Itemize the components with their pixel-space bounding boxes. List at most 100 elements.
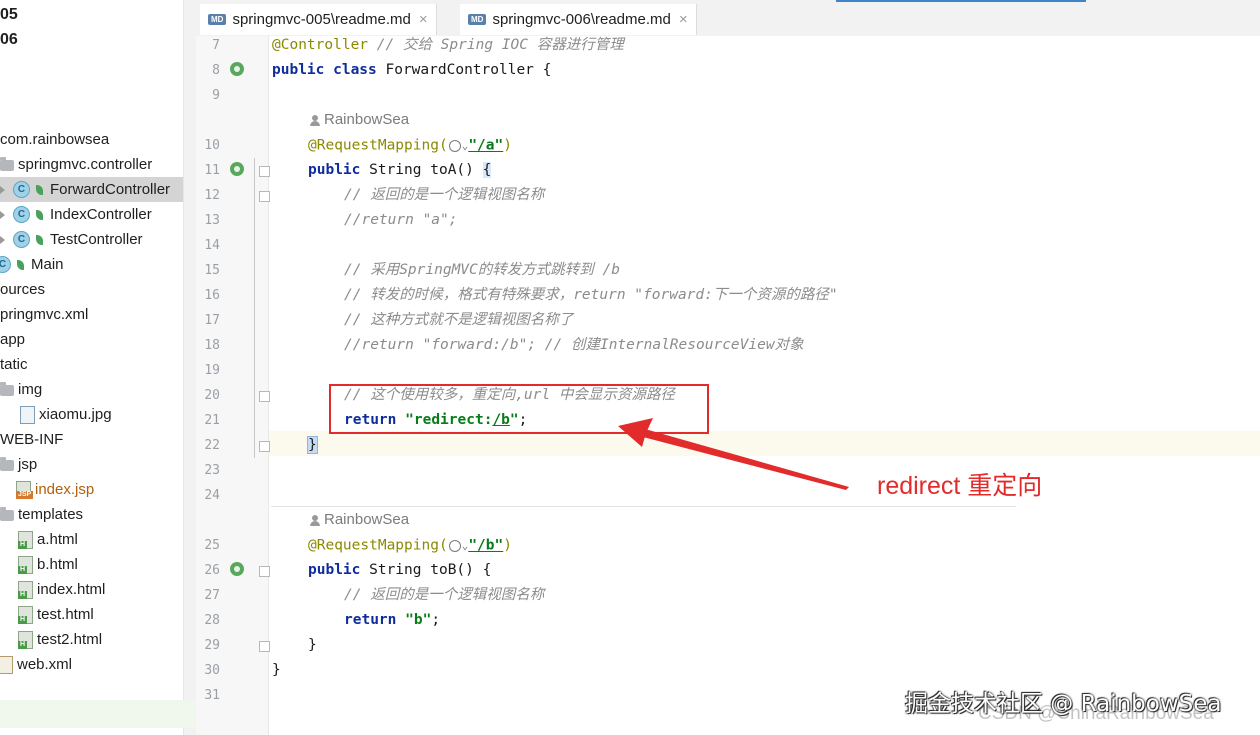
chevron-right-icon[interactable] — [0, 185, 5, 194]
tree-item-web-xml[interactable]: web.xml — [0, 652, 72, 677]
code-line-25: @RequestMapping(⌄"/b") — [308, 533, 512, 558]
author-hint[interactable]: RainbowSea — [310, 507, 409, 532]
tree-item-test-controller[interactable]: C TestController — [0, 227, 143, 252]
fold-icon[interactable] — [259, 166, 270, 177]
code-token: ForwardController { — [376, 62, 552, 78]
tree-item-05[interactable]: 05 — [0, 2, 18, 27]
class-icon: C — [13, 206, 30, 223]
line-number: 15 — [204, 263, 220, 278]
jsp-file-icon: JSP — [16, 480, 34, 499]
tree-item-b-html[interactable]: H b.html — [18, 552, 78, 577]
html-file-icon: H — [18, 580, 33, 599]
tab-label: springmvc-005\readme.md — [232, 11, 411, 28]
line-number: 10 — [204, 138, 220, 153]
code-line-12: // 返回的是一个逻辑视图名称 — [344, 187, 545, 203]
author-hint[interactable]: RainbowSea — [310, 107, 409, 132]
spring-bean-gutter-icon[interactable] — [230, 62, 244, 76]
tree-item-img[interactable]: img — [0, 377, 42, 402]
code-line-7: @Controller // 交给 Spring IOC 容器进行管理 — [272, 33, 624, 58]
code-line-10: @RequestMapping(⌄"/a") — [308, 133, 512, 158]
annotation-token: ) — [503, 537, 512, 554]
tab-springmvc-006-readme[interactable]: MD springmvc-006\readme.md × — [460, 4, 697, 35]
highlight-box — [329, 384, 709, 434]
folder-icon — [0, 157, 14, 171]
project-tree-panel: 05 06 com.rainbowsea springmvc.controlle… — [0, 0, 196, 735]
spring-bean-gutter-icon[interactable] — [230, 562, 244, 576]
spring-bean-gutter-icon[interactable] — [230, 162, 244, 176]
tab-springmvc-005-readme[interactable]: MD springmvc-005\readme.md × — [200, 4, 437, 35]
tree-item-index-html[interactable]: H index.html — [18, 577, 105, 602]
line-number: 22 — [204, 438, 220, 453]
tree-item-test-html[interactable]: H test.html — [18, 602, 94, 627]
html-file-icon: H — [18, 530, 33, 549]
indent-guide — [254, 158, 255, 458]
string-token: "b" — [405, 612, 432, 628]
tree-item-resources[interactable]: ources — [0, 277, 45, 302]
code-line-18: //return "forward:/b"; // 创建InternalReso… — [344, 337, 804, 353]
fold-icon[interactable] — [259, 566, 270, 577]
comment-token: // 交给 Spring IOC 容器进行管理 — [368, 37, 624, 53]
tree-item-main[interactable]: C Main — [0, 252, 64, 277]
tree-item-index-controller[interactable]: C IndexController — [0, 202, 152, 227]
line-number: 24 — [204, 488, 220, 503]
line-number: 21 — [204, 413, 220, 428]
code-line-16: // 转发的时候，格式有特殊要求，return "forward:下一个资源的路… — [344, 287, 838, 303]
chevron-right-icon[interactable] — [0, 235, 5, 244]
code-line-22: } — [307, 433, 318, 458]
close-icon[interactable]: × — [419, 11, 428, 28]
close-icon[interactable]: × — [679, 11, 688, 28]
line-number: 18 — [204, 338, 220, 353]
tree-item-06[interactable]: 06 — [0, 27, 18, 52]
globe-icon[interactable] — [448, 539, 461, 552]
keyword-token: public — [308, 562, 361, 578]
keyword-token: public — [308, 162, 361, 178]
fold-icon[interactable] — [259, 391, 270, 402]
tree-item-test2-html[interactable]: H test2.html — [18, 627, 102, 652]
chevron-right-icon[interactable] — [0, 210, 5, 219]
line-number: 14 — [204, 238, 220, 253]
html-file-icon: H — [18, 605, 33, 624]
tree-item-forward-controller[interactable]: C ForwardController — [0, 177, 183, 202]
line-number: 11 — [204, 163, 220, 178]
line-number: 8 — [212, 63, 220, 78]
author-name: RainbowSea — [324, 511, 410, 528]
tree-footer-strip — [0, 700, 196, 728]
line-number: 23 — [204, 463, 220, 478]
code-line-11: public String toA() { — [308, 158, 492, 183]
current-line-highlight — [196, 431, 1260, 456]
folder-icon — [0, 382, 14, 396]
tree-item-static[interactable]: tatic — [0, 352, 28, 377]
code-line-28: return "b"; — [344, 608, 440, 633]
line-number: 30 — [204, 663, 220, 678]
tree-item-package-root[interactable]: com.rainbowsea — [0, 127, 109, 152]
tree-item-xiaomu-jpg[interactable]: xiaomu.jpg — [20, 402, 112, 427]
markdown-file-icon: MD — [468, 14, 487, 25]
fold-icon[interactable] — [259, 191, 270, 202]
tree-item-index-jsp[interactable]: JSP index.jsp — [16, 477, 94, 502]
xml-file-icon — [0, 655, 13, 674]
code-line-30: } — [272, 662, 281, 678]
tree-item-springmvc-xml[interactable]: pringmvc.xml — [0, 302, 88, 327]
tree-item-a-html[interactable]: H a.html — [18, 527, 78, 552]
tree-item-templates[interactable]: templates — [0, 502, 83, 527]
code-line-17: // 这种方式就不是逻辑视图名称了 — [344, 312, 574, 328]
active-tab-indicator — [836, 0, 1086, 2]
annotation-token: @RequestMapping( — [308, 137, 448, 154]
fold-icon[interactable] — [259, 441, 270, 452]
tree-item-webapp[interactable]: app — [0, 327, 25, 352]
annotation-token: ) — [503, 137, 512, 154]
line-number: 16 — [204, 288, 220, 303]
fold-icon[interactable] — [259, 641, 270, 652]
line-number: 7 — [212, 38, 220, 53]
annotation-token: @Controller — [272, 37, 369, 53]
code-token: String toB() { — [360, 562, 492, 578]
tree-scrollbar[interactable] — [183, 0, 196, 735]
spring-leaf-icon — [36, 234, 43, 245]
tree-item-jsp[interactable]: jsp — [0, 452, 37, 477]
tree-item-web-inf[interactable]: WEB-INF — [0, 427, 63, 452]
annotation-token: @RequestMapping( — [308, 537, 448, 554]
globe-icon[interactable] — [448, 139, 461, 152]
tree-item-controller-package[interactable]: springmvc.controller — [0, 152, 152, 177]
brace-token: } — [307, 436, 318, 454]
markdown-file-icon: MD — [208, 14, 227, 25]
